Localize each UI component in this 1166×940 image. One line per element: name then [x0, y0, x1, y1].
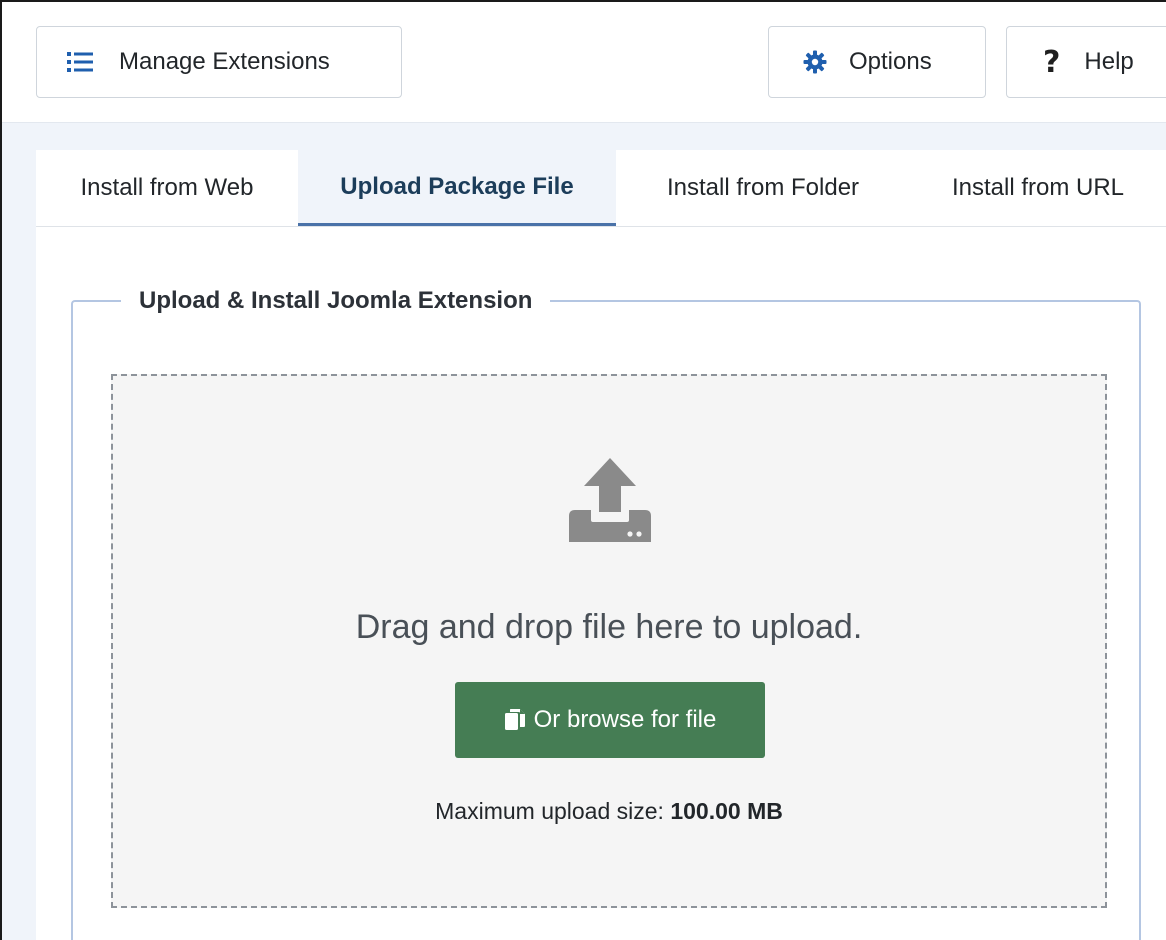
tab-install-from-folder[interactable]: Install from Folder: [616, 150, 910, 226]
tab-upload-package-file[interactable]: Upload Package File: [298, 150, 616, 226]
max-upload-size: Maximum upload size: 100.00 MB: [113, 798, 1105, 825]
copy-icon: [504, 708, 526, 732]
list-icon: [67, 51, 93, 73]
manage-extensions-button[interactable]: Manage Extensions: [36, 26, 402, 98]
tab-install-from-web[interactable]: Install from Web: [36, 150, 298, 226]
drop-instruction: Drag and drop file here to upload.: [355, 608, 863, 646]
tab-bar: Install from Web Upload Package File Ins…: [36, 150, 1166, 227]
manage-extensions-label: Manage Extensions: [119, 48, 330, 75]
upload-fieldset: Upload & Install Joomla Extension Drag a…: [71, 284, 1141, 940]
options-label: Options: [849, 48, 932, 75]
browse-file-button[interactable]: Or browse for file: [455, 682, 765, 758]
gear-icon: [803, 50, 827, 74]
question-icon: ?: [1043, 44, 1061, 80]
max-upload-size-value: 100.00 MB: [670, 798, 783, 824]
options-button[interactable]: Options: [768, 26, 986, 98]
browse-file-label: Or browse for file: [533, 706, 717, 733]
toolbar: Manage Extensions Options ? Help: [2, 2, 1166, 123]
installer-panel: Install from Web Upload Package File Ins…: [36, 150, 1166, 940]
fieldset-legend: Upload & Install Joomla Extension: [121, 284, 551, 318]
window-frame-left: [0, 0, 2, 940]
help-label: Help: [1084, 48, 1134, 75]
tab-install-from-url[interactable]: Install from URL: [910, 150, 1166, 226]
max-upload-size-label: Maximum upload size:: [435, 798, 664, 824]
upload-dropzone[interactable]: Drag and drop file here to upload. Or br…: [111, 374, 1107, 908]
help-button[interactable]: ? Help: [1006, 26, 1166, 98]
upload-icon: [565, 456, 655, 546]
